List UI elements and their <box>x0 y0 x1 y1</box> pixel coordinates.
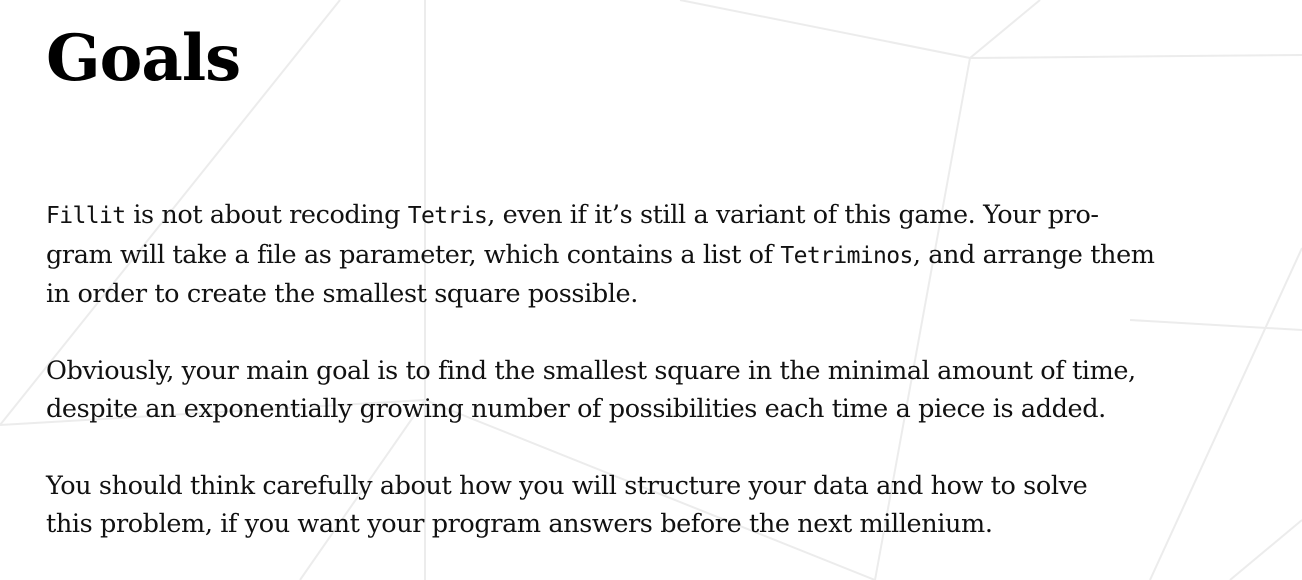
document-page: Goals Fillit is not about recoding Tetri… <box>0 0 1302 580</box>
text-line: this problem, if you want your program a… <box>46 509 993 539</box>
text-line: Obviously, your main goal is to find the… <box>46 355 1136 386</box>
code-tetris: Tetris <box>407 203 488 229</box>
section-body: Fillit is not about recoding Tetris, eve… <box>46 196 1248 544</box>
text-fragment: gram will take a file as parameter, whic… <box>46 239 781 270</box>
text-fragment: , even if it’s still a variant of this g… <box>487 200 1099 230</box>
text-fragment: is not about recoding <box>125 200 408 230</box>
paragraph-advice: You should think carefully about how you… <box>46 467 1248 544</box>
text-line: despite an exponentially growing number … <box>46 394 1106 424</box>
code-tetriminos: Tetriminos <box>780 242 913 269</box>
bg-line <box>969 54 1302 59</box>
text-fragment: in order to create the smallest square p… <box>46 279 638 309</box>
paragraph-intro: Fillit is not about recoding Tetris, eve… <box>46 196 1248 314</box>
section-title: Goals <box>46 21 241 96</box>
bg-line <box>679 0 971 59</box>
text-fragment: , and arrange them <box>912 239 1155 270</box>
code-fillit: Fillit <box>46 203 126 229</box>
paragraph-main-goal: Obviously, your main goal is to find the… <box>46 352 1248 429</box>
bg-line <box>969 0 1041 59</box>
text-line: You should think carefully about how you… <box>46 470 1088 501</box>
